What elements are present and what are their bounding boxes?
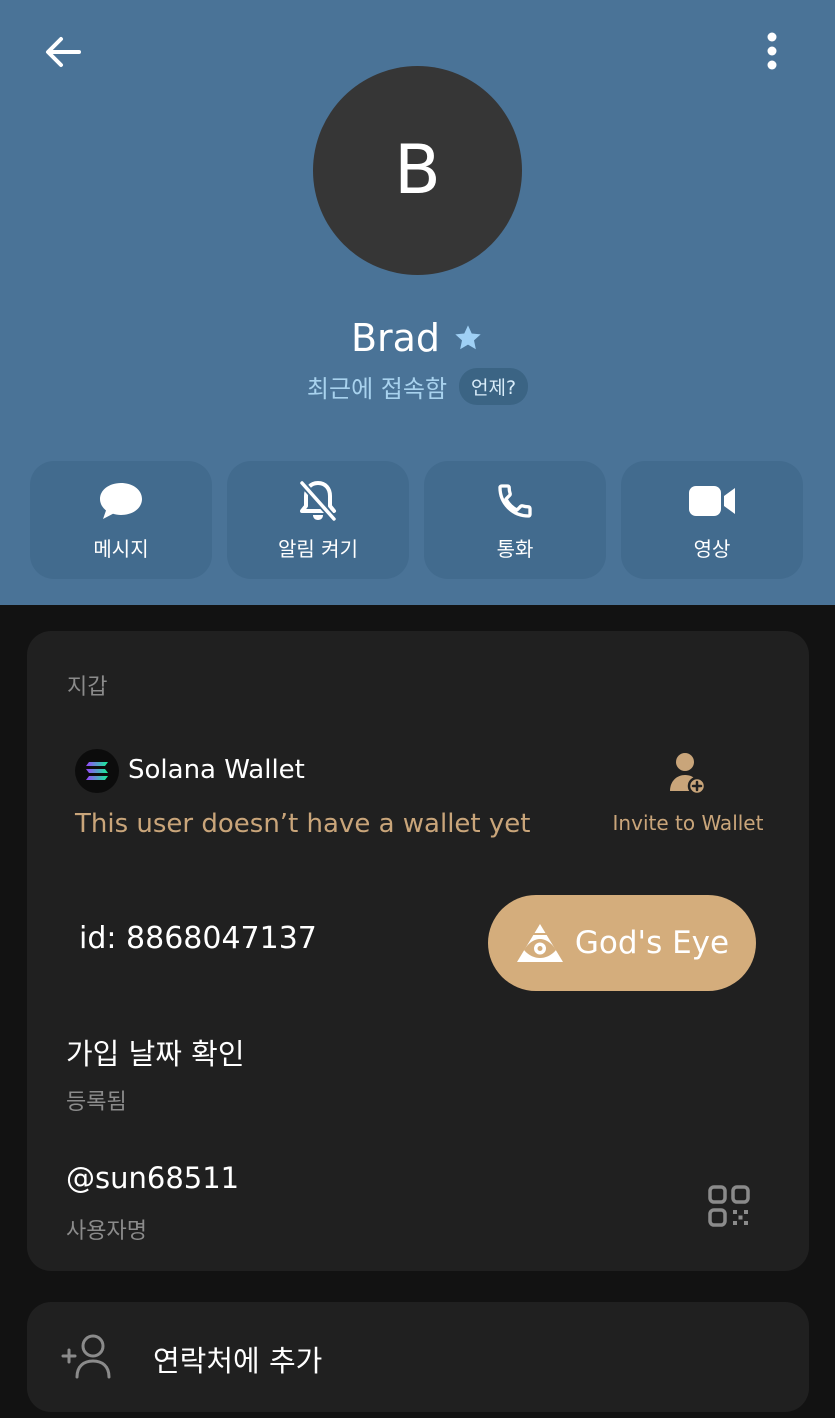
user-id[interactable]: id: 8868047137 — [79, 921, 317, 956]
add-contact-label: 연락처에 추가 — [153, 1344, 323, 1378]
last-seen-row: 최근에 접속함 언제? — [0, 366, 835, 406]
gods-eye-label: God's Eye — [574, 925, 730, 961]
profile-header: B Brad 최근에 접속함 언제? 메시지 알림 켜기 통화 영상 — [0, 0, 835, 605]
more-options-button[interactable] — [750, 28, 794, 74]
wallet-status-message: This user doesn’t have a wallet yet — [75, 809, 531, 839]
join-date-status: 등록됨 — [66, 1090, 127, 1115]
eye-triangle-icon — [516, 924, 563, 962]
add-user-icon — [670, 753, 707, 796]
call-button[interactable]: 통화 — [424, 461, 606, 579]
message-label: 메시지 — [93, 536, 149, 561]
profile-name: Brad — [350, 316, 441, 360]
action-buttons: 메시지 알림 켜기 통화 영상 — [30, 461, 805, 579]
chat-bubble-icon — [98, 479, 144, 523]
last-seen-status: 최근에 접속함 — [306, 374, 448, 403]
unmute-label: 알림 켜기 — [278, 536, 358, 561]
star-icon — [452, 322, 484, 354]
profile-info-card: 지갑 Solana Wallet This user doesn’t have … — [27, 631, 809, 1271]
video-label: 영상 — [693, 536, 731, 561]
gods-eye-button[interactable]: God's Eye — [488, 895, 756, 991]
unmute-button[interactable]: 알림 켜기 — [227, 461, 409, 579]
qr-code-button[interactable] — [704, 1181, 754, 1231]
message-button[interactable]: 메시지 — [30, 461, 212, 579]
video-call-button[interactable]: 영상 — [621, 461, 803, 579]
join-date-check[interactable]: 가입 날짜 확인 — [66, 1031, 245, 1073]
add-contact-icon — [61, 1334, 111, 1379]
avatar-letter: B — [394, 131, 441, 210]
arrow-left-icon — [46, 37, 81, 67]
back-button[interactable] — [38, 30, 88, 74]
solana-logo-icon — [75, 749, 119, 793]
phone-icon — [495, 479, 535, 523]
wallet-name: Solana Wallet — [128, 755, 305, 785]
invite-to-wallet-button[interactable]: Invite to Wallet — [602, 751, 774, 843]
add-contact-button[interactable]: 연락처에 추가 — [27, 1302, 809, 1412]
call-label: 통화 — [496, 536, 534, 561]
when-button[interactable]: 언제? — [459, 367, 529, 405]
bell-off-icon — [297, 479, 339, 523]
wallet-section-title: 지갑 — [67, 675, 108, 700]
username-label: 사용자명 — [66, 1219, 147, 1244]
avatar[interactable]: B — [313, 66, 522, 275]
username[interactable]: @sun68511 — [66, 1161, 239, 1195]
more-vertical-icon — [767, 32, 777, 70]
invite-to-wallet-label: Invite to Wallet — [612, 811, 764, 835]
qr-code-icon — [708, 1185, 750, 1227]
video-camera-icon — [687, 479, 737, 523]
name-row: Brad — [0, 312, 835, 364]
